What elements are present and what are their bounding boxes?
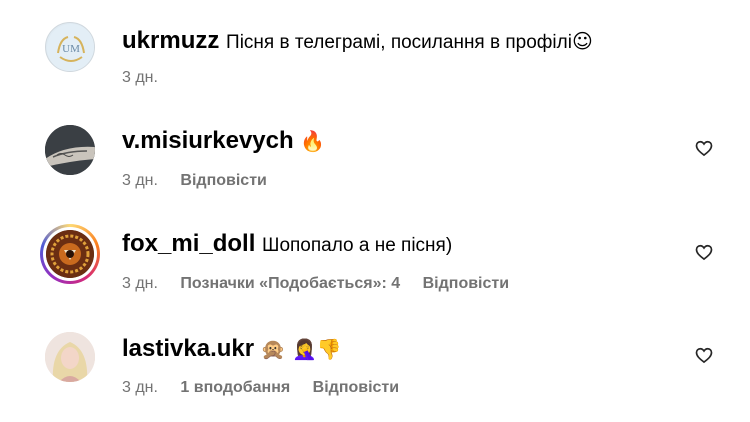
reply-button[interactable]: Відповісти xyxy=(313,379,399,396)
heart-outline-icon[interactable] xyxy=(694,345,714,365)
avatar[interactable] xyxy=(45,125,95,175)
comment-time[interactable]: 3 дн. xyxy=(122,379,158,396)
comment-emoji: 🔥 xyxy=(300,129,326,153)
comment-username[interactable]: fox_mi_doll xyxy=(122,230,255,257)
comment-username[interactable]: v.misiurkevych xyxy=(122,127,294,154)
comment-username[interactable]: lastivka.ukr xyxy=(122,335,254,362)
comment-time[interactable]: 3 дн. xyxy=(122,69,158,86)
comment-text: Шопопало а не пісня) xyxy=(262,235,453,256)
avatar[interactable]: UM xyxy=(45,22,95,72)
likes-count-button[interactable]: 1 вподобання xyxy=(180,379,290,396)
comment-emoji: ☺ xyxy=(571,29,593,53)
comment-username[interactable]: ukrmuzz xyxy=(122,27,219,54)
comment-time[interactable]: 3 дн. xyxy=(122,172,158,189)
comment-emoji: 🙊 🤦‍♀️👎 xyxy=(260,337,342,361)
story-ring[interactable] xyxy=(40,224,100,284)
avatar[interactable] xyxy=(45,332,95,382)
comment-meta: 3 дн. Відповісти xyxy=(122,171,285,191)
avatar-pattern-icon xyxy=(46,230,94,278)
avatar-photo-icon xyxy=(45,332,95,382)
avatar-photo-icon xyxy=(45,125,95,175)
reply-button[interactable]: Відповісти xyxy=(423,275,509,292)
avatar xyxy=(46,230,94,278)
comment-meta: 3 дн. xyxy=(122,68,176,88)
comment-meta: 3 дн. Позначки «Подобається»: 4 Відповіс… xyxy=(122,274,527,294)
likes-count-button[interactable]: Позначки «Подобається»: 4 xyxy=(180,275,400,292)
avatar-logo-icon: UM xyxy=(47,24,94,71)
comment-text: Пісня в телеграмі, посилання в профілі xyxy=(226,32,572,53)
heart-outline-icon[interactable] xyxy=(694,242,714,262)
comment-time[interactable]: 3 дн. xyxy=(122,275,158,292)
heart-outline-icon[interactable] xyxy=(694,138,714,158)
reply-button[interactable]: Відповісти xyxy=(180,172,266,189)
comment-meta: 3 дн. 1 вподобання Відповісти xyxy=(122,378,417,398)
svg-text:UM: UM xyxy=(62,43,80,55)
